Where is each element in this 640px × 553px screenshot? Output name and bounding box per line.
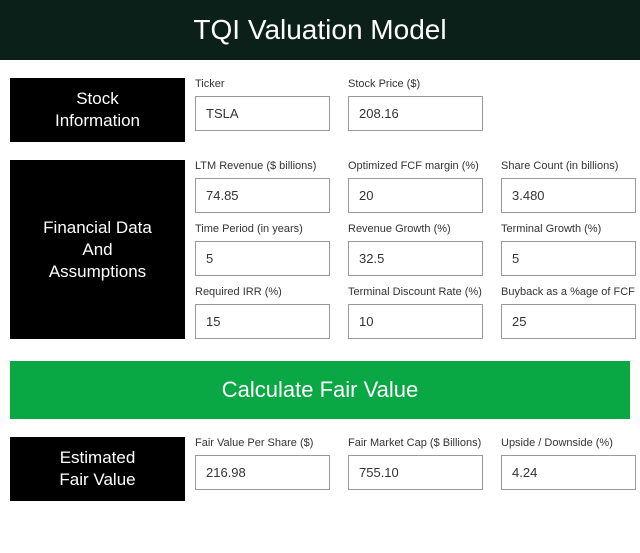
stock-price-input[interactable]: [348, 96, 483, 131]
terminal-discount-label: Terminal Discount Rate (%): [348, 286, 483, 298]
fair-market-cap-label: Fair Market Cap ($ Billions): [348, 437, 483, 449]
time-period-label: Time Period (in years): [195, 223, 330, 235]
upside-downside-output: [501, 455, 636, 490]
fcf-margin-input[interactable]: [348, 178, 483, 213]
terminal-growth-label: Terminal Growth (%): [501, 223, 636, 235]
financial-section: Financial DataAndAssumptions LTM Revenue…: [0, 160, 640, 339]
estimated-section: EstimatedFair Value Fair Value Per Share…: [0, 437, 640, 501]
fair-market-cap-output: [348, 455, 483, 490]
fcf-margin-label: Optimized FCF margin (%): [348, 160, 483, 172]
required-irr-label: Required IRR (%): [195, 286, 330, 298]
estimated-heading: EstimatedFair Value: [10, 437, 185, 501]
revenue-growth-input[interactable]: [348, 241, 483, 276]
ticker-input[interactable]: [195, 96, 330, 131]
page-title: TQI Valuation Model: [0, 0, 640, 60]
revenue-growth-label: Revenue Growth (%): [348, 223, 483, 235]
time-period-input[interactable]: [195, 241, 330, 276]
share-count-label: Share Count (in billions): [501, 160, 636, 172]
financial-heading: Financial DataAndAssumptions: [10, 160, 185, 339]
stock-info-heading: StockInformation: [10, 78, 185, 142]
fair-value-per-share-output: [195, 455, 330, 490]
required-irr-input[interactable]: [195, 304, 330, 339]
ticker-label: Ticker: [195, 78, 330, 90]
share-count-input[interactable]: [501, 178, 636, 213]
fair-value-per-share-label: Fair Value Per Share ($): [195, 437, 330, 449]
terminal-discount-input[interactable]: [348, 304, 483, 339]
calculate-button[interactable]: Calculate Fair Value: [10, 361, 630, 419]
upside-downside-label: Upside / Downside (%): [501, 437, 636, 449]
terminal-growth-input[interactable]: [501, 241, 636, 276]
ltm-revenue-label: LTM Revenue ($ billions): [195, 160, 330, 172]
ltm-revenue-input[interactable]: [195, 178, 330, 213]
stock-price-label: Stock Price ($): [348, 78, 483, 90]
stock-info-section: StockInformation Ticker Stock Price ($): [0, 78, 640, 142]
buyback-input[interactable]: [501, 304, 636, 339]
buyback-label: Buyback as a %age of FCF: [501, 286, 636, 298]
